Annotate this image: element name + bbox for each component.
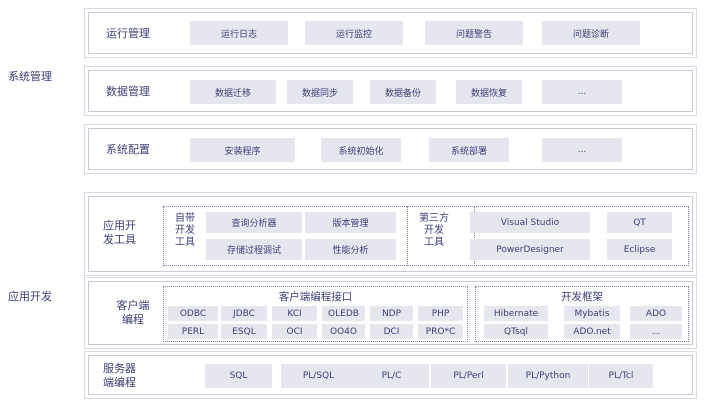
data-item-more: ... (542, 80, 622, 104)
framework-mybatis: Mybatis (564, 306, 620, 321)
client-title-line2: 编程 (122, 313, 144, 326)
ops-item-log: 运行日志 (190, 21, 288, 45)
thirdparty-label-line3: 工具 (424, 237, 444, 248)
group-label-app: 应用开发 (8, 290, 52, 303)
iface-php: PHP (418, 306, 463, 321)
config-panel: 系统配置 安装程序 系统初始化 系统部署 ... (88, 128, 693, 170)
server-item-plsql: PL/SQL (281, 364, 356, 388)
ops-panel: 运行管理 运行日志 运行监控 问题警告 问题诊断 (88, 12, 693, 54)
thirdparty-tools-box: 第三方 开发 工具 Visual Studio QT PowerDesigner… (407, 206, 689, 266)
devtools-title: 应用开 发工具 (103, 219, 153, 247)
builtin-item-query-analyzer: 查询分析器 (206, 212, 302, 233)
ops-title: 运行管理 (106, 27, 150, 40)
builtin-tools-label: 自带 开发 工具 (168, 213, 202, 249)
iface-oo4o: OO4O (322, 324, 365, 339)
client-frameworks-box: 开发框架 Hibernate Mybatis ADO QTsql ADO.net… (475, 286, 689, 342)
iface-dci: DCI (370, 324, 413, 339)
group-label-system: 系统管理 (8, 70, 52, 83)
client-panel: 客户端 编程 客户端编程接口 ODBC JDBC KCI OLEDB NDP P… (88, 281, 693, 345)
thirdparty-item-eclipse: Eclipse (607, 239, 672, 260)
thirdparty-item-visual-studio: Visual Studio (470, 212, 590, 233)
thirdparty-item-qt: QT (607, 212, 672, 233)
server-item-sql: SQL (205, 364, 272, 388)
client-title-line1: 客户端 (116, 299, 150, 312)
thirdparty-item-powerdesigner: PowerDesigner (470, 239, 590, 260)
framework-hibernate: Hibernate (484, 306, 548, 321)
iface-esql: ESQL (221, 324, 267, 339)
data-title: 数据管理 (106, 85, 150, 98)
iface-odbc: ODBC (168, 306, 218, 321)
devtools-panel: 应用开 发工具 自带 开发 工具 查询分析器 版本管理 存储过程调试 性能分析 … (88, 196, 693, 272)
framework-ado-net: ADO.net (564, 324, 620, 339)
data-item-restore: 数据恢复 (456, 80, 522, 104)
ops-item-monitor: 运行监控 (305, 21, 403, 45)
devtools-title-line2: 发工具 (103, 233, 136, 246)
ops-item-alert: 问题警告 (425, 21, 523, 45)
config-item-deploy: 系统部署 (429, 138, 509, 162)
data-item-sync: 数据同步 (287, 80, 353, 104)
server-title-line2: 端编程 (103, 376, 136, 389)
framework-ado: ADO (630, 306, 682, 321)
server-title-line1: 服务器 (103, 362, 136, 375)
devtools-title-line1: 应用开 (103, 219, 136, 232)
framework-more: ... (630, 324, 682, 339)
ops-item-diagnose: 问题诊断 (542, 21, 640, 45)
iface-kci: KCI (272, 306, 317, 321)
server-panel: 服务器 端编程 SQL PL/SQL PL/C PL/Perl PL/Pytho… (88, 355, 693, 395)
builtin-item-version-mgmt: 版本管理 (305, 212, 396, 233)
iface-oci: OCI (272, 324, 317, 339)
data-panel: 数据管理 数据迁移 数据同步 数据备份 数据恢复 ... (88, 70, 693, 112)
client-interfaces-title: 客户端编程接口 (278, 291, 353, 303)
server-item-plperl: PL/Perl (431, 364, 506, 388)
client-interfaces-box: 客户端编程接口 ODBC JDBC KCI OLEDB NDP PHP PERL… (163, 286, 468, 342)
iface-pro-c: PRO*C (418, 324, 463, 339)
iface-jdbc: JDBC (221, 306, 267, 321)
builtin-label-line2: 开发 (175, 225, 195, 236)
server-item-plpython: PL/Python (508, 364, 588, 388)
config-item-init: 系统初始化 (321, 138, 401, 162)
config-title: 系统配置 (106, 143, 150, 156)
iface-ndp: NDP (370, 306, 413, 321)
client-frameworks-title: 开发框架 (561, 291, 603, 303)
client-title: 客户端 编程 (103, 299, 163, 327)
builtin-item-sp-debug: 存储过程调试 (206, 239, 302, 260)
server-item-pltcl: PL/Tcl (589, 364, 653, 388)
iface-perl: PERL (168, 324, 218, 339)
builtin-label-line3: 工具 (175, 237, 195, 248)
data-item-backup: 数据备份 (370, 80, 436, 104)
data-item-migrate: 数据迁移 (190, 80, 276, 104)
config-item-more: ... (542, 138, 622, 162)
server-item-plc: PL/C (354, 364, 429, 388)
builtin-item-perf: 性能分析 (305, 239, 396, 260)
thirdparty-label-line1: 第三方 (419, 213, 449, 224)
config-item-installer: 安装程序 (190, 138, 295, 162)
thirdparty-tools-label: 第三方 开发 工具 (414, 213, 454, 249)
thirdparty-label-line2: 开发 (424, 225, 444, 236)
builtin-label-line1: 自带 (175, 213, 195, 224)
server-title: 服务器 端编程 (103, 362, 163, 390)
iface-oledb: OLEDB (322, 306, 365, 321)
framework-qtsql: QTsql (484, 324, 548, 339)
